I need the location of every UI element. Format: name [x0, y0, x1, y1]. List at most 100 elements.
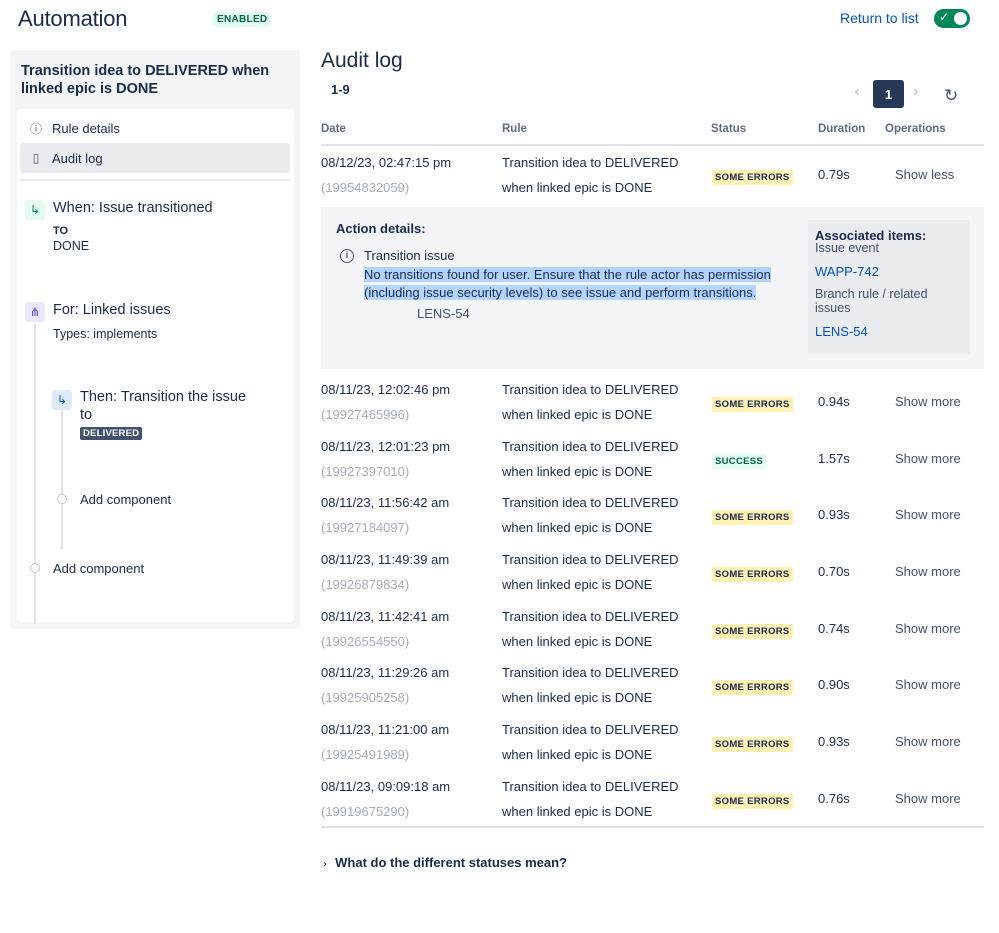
row-id: (19926879834)	[321, 577, 410, 592]
row-id: (19927465996)	[321, 407, 410, 422]
row-date: 08/11/23, 12:01:23 pm	[321, 439, 451, 454]
result-range: 1-9	[331, 82, 350, 97]
row-rule-line2: when linked epic is DONE	[502, 690, 653, 705]
branch-title[interactable]: For: Linked issues	[53, 302, 171, 318]
associated-items-box: Associated items: Issue event WAPP-742 B…	[808, 220, 970, 354]
row-rule-line2: when linked epic is DONE	[502, 804, 653, 819]
error-message-text: No transitions found for user. Ensure th…	[364, 267, 771, 300]
document-icon: ▯	[32, 151, 40, 165]
show-more-button[interactable]: Show more	[895, 564, 961, 579]
check-icon: ✓	[939, 10, 950, 24]
status-badge: SOME ERRORS	[712, 737, 793, 752]
sidebar-panel: ⓘ Rule details ▯ Audit log ↳ When: Issue…	[17, 109, 294, 624]
nav-divider	[20, 179, 290, 181]
row-rule-line2: when linked epic is DONE	[502, 634, 653, 649]
status-badge: SOME ERRORS	[712, 624, 793, 639]
status-badge: SOME ERRORS	[712, 794, 793, 809]
add-component-outer-button[interactable]: Add component	[53, 561, 144, 576]
row-rule-line2: when linked epic is DONE	[502, 407, 653, 422]
action-title[interactable]: Then: Transition the issue	[80, 389, 246, 405]
table-row: 08/11/23, 11:21:00 am (19925491989) Tran…	[321, 713, 984, 770]
row-rule: Transition idea to DELIVERED	[502, 495, 679, 510]
show-more-button[interactable]: Show more	[895, 507, 961, 522]
row-duration: 1.57s	[818, 451, 850, 466]
branch-issue-link[interactable]: LENS-54	[815, 324, 868, 339]
row-rule: Transition idea to DELIVERED	[502, 609, 679, 624]
info-icon: ⓘ	[29, 121, 42, 136]
chevron-left-icon[interactable]: ‹	[854, 84, 860, 100]
return-to-list-link[interactable]: Return to list	[840, 10, 919, 26]
row-id: (19919675290)	[321, 804, 410, 819]
table-row: 08/11/23, 12:02:46 pm (19927465996) Tran…	[321, 373, 984, 430]
column-header-status: Status	[711, 123, 747, 135]
row-rule-line2: when linked epic is DONE	[502, 180, 653, 195]
row-duration: 0.90s	[818, 677, 850, 692]
table-row: 08/11/23, 12:01:23 pm (19927397010) Tran…	[321, 430, 984, 487]
row-rule: Transition idea to DELIVERED	[502, 552, 679, 567]
row-rule-line2: when linked epic is DONE	[502, 464, 653, 479]
row-duration: 0.70s	[818, 564, 850, 579]
show-more-button[interactable]: Show more	[895, 677, 961, 692]
row-duration: 0.74s	[818, 621, 850, 636]
show-more-button[interactable]: Show more	[895, 394, 961, 409]
refresh-icon[interactable]: ↻	[944, 86, 958, 106]
status-badge: SOME ERRORS	[712, 397, 793, 412]
affected-issue: LENS-54	[417, 306, 470, 321]
table-row: 08/11/23, 11:29:26 am (19925905258) Tran…	[321, 656, 984, 713]
row-date: 08/12/23, 02:47:15 pm	[321, 155, 452, 170]
row-id: (19927397010)	[321, 464, 410, 479]
nav-audit-log-label: Audit log	[52, 150, 103, 166]
branch-types: Types: implements	[53, 327, 158, 341]
row-rule: Transition idea to DELIVERED	[502, 722, 679, 737]
page-title: Audit log	[321, 49, 403, 72]
table-bottom-divider	[321, 826, 984, 828]
row-id: (19926554550)	[321, 634, 410, 649]
branch-icon: ⋔	[25, 302, 45, 322]
add-component-dot-outer	[30, 563, 40, 573]
status-help-expander[interactable]: › What do the different statuses mean?	[323, 855, 567, 870]
status-badge: SOME ERRORS	[712, 170, 793, 185]
row-duration: 0.93s	[818, 734, 850, 749]
row-rule: Transition idea to DELIVERED	[502, 665, 679, 680]
nav-audit-log[interactable]: ▯ Audit log	[20, 143, 290, 173]
show-more-button[interactable]: Show more	[895, 621, 961, 636]
chevron-right-icon[interactable]: ›	[913, 84, 919, 100]
issue-event-link[interactable]: WAPP-742	[815, 264, 879, 279]
add-component-inner-button[interactable]: Add component	[80, 492, 171, 507]
show-more-button[interactable]: Show more	[895, 451, 961, 466]
column-header-operations: Operations	[885, 123, 946, 135]
show-less-button[interactable]: Show less	[895, 167, 954, 182]
row-duration: 0.94s	[818, 394, 850, 409]
table-row: 08/11/23, 11:42:41 am (19926554550) Tran…	[321, 600, 984, 657]
show-more-button[interactable]: Show more	[895, 791, 961, 806]
table-row: 08/11/23, 09:09:18 am (19919675290) Tran…	[321, 770, 984, 827]
status-badge: SOME ERRORS	[712, 680, 793, 695]
table-row: 08/12/23, 02:47:15 pm (19954832059) Tran…	[321, 146, 984, 203]
column-header-rule: Rule	[502, 123, 527, 135]
page-button-current[interactable]: 1	[873, 80, 904, 108]
row-rule: Transition idea to DELIVERED	[502, 439, 679, 454]
show-more-button[interactable]: Show more	[895, 734, 961, 749]
action-title-line2: to	[80, 407, 93, 423]
action-name: Transition issue	[364, 248, 455, 263]
row-date: 08/11/23, 11:56:42 am	[321, 495, 450, 510]
trigger-title[interactable]: When: Issue transitioned	[53, 200, 213, 216]
row-rule-line2: when linked epic is DONE	[502, 577, 653, 592]
rule-sidebar: Transition idea to DELIVERED when linked…	[10, 50, 300, 629]
table-row: 08/11/23, 11:56:42 am (19927184097) Tran…	[321, 486, 984, 543]
status-badge: SUCCESS	[712, 454, 767, 469]
row-date: 08/11/23, 09:09:18 am	[321, 779, 451, 794]
nav-rule-details[interactable]: ⓘ Rule details	[20, 113, 290, 143]
action-error-message: No transitions found for user. Ensure th…	[364, 266, 774, 302]
row-id: (19925491989)	[321, 747, 410, 762]
branch-connector-line	[34, 324, 36, 624]
info-icon: i	[340, 249, 354, 263]
row-duration: 0.76s	[818, 791, 850, 806]
row-date: 08/11/23, 11:49:39 am	[321, 552, 450, 567]
column-header-date: Date	[321, 123, 346, 135]
enabled-status-badge: ENABLED	[213, 12, 272, 27]
status-help-label: What do the different statuses mean?	[335, 855, 567, 870]
rule-enabled-toggle[interactable]: ✓	[934, 9, 970, 28]
trigger-icon: ↳	[25, 200, 45, 220]
action-details-panel: Action details: i Transition issue No tr…	[321, 207, 984, 369]
